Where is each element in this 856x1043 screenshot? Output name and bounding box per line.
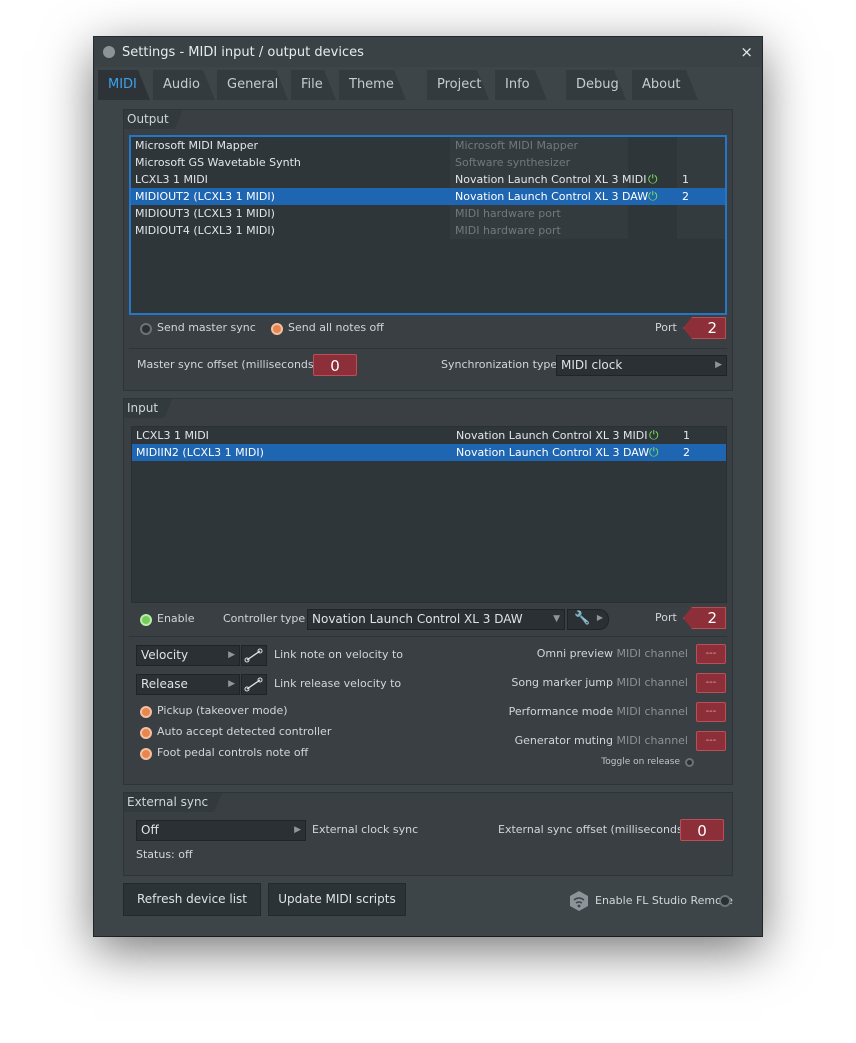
generator-muting-channel-box[interactable]: --- — [696, 731, 726, 751]
toggle-on-release-radio[interactable] — [685, 758, 694, 767]
list-item[interactable]: Microsoft MIDI Mapper Microsoft MIDI Map… — [131, 137, 725, 154]
send-all-notes-off-label: Send all notes off — [288, 321, 384, 334]
output-title: Output — [124, 110, 183, 129]
settings-tabs: MIDI Audio General File Theme Project In… — [94, 68, 762, 100]
list-item-selected[interactable]: MIDIIN2 (LCXL3 1 MIDI) Novation Launch C… — [132, 444, 726, 461]
velocity-dropdown[interactable]: Velocity ▶ — [136, 645, 240, 666]
pickup-label: Pickup (takeover mode) — [157, 704, 288, 717]
tab-info[interactable]: Info — [495, 70, 547, 100]
chevron-right-icon: ▶ — [228, 650, 235, 660]
master-sync-offset-box[interactable]: 0 — [313, 354, 357, 376]
release-dropdown[interactable]: Release ▶ — [136, 674, 240, 695]
wrench-icon: 🔧 — [574, 611, 591, 626]
power-icon[interactable]: ⏻ — [649, 427, 659, 444]
input-panel: Input LCXL3 1 MIDI Novation Launch Contr… — [123, 398, 733, 785]
tab-general[interactable]: General — [217, 70, 288, 100]
divider — [129, 348, 727, 349]
tab-midi[interactable]: MIDI — [98, 70, 150, 100]
link-release-label: Link release velocity to — [274, 677, 402, 690]
generator-muting-label: Generator muting MIDI channel — [514, 734, 688, 747]
link-velocity-label: Link note on velocity to — [274, 648, 404, 661]
power-icon[interactable]: ⏻ — [649, 444, 659, 461]
sync-type-dropdown[interactable]: MIDI clock ▶ — [556, 355, 727, 376]
song-marker-jump-label: Song marker jump MIDI channel — [511, 676, 688, 689]
power-icon[interactable]: ⏻ — [648, 171, 658, 188]
fl-studio-remote-label: Enable FL Studio Remote — [595, 894, 733, 907]
performance-mode-label: Performance mode MIDI channel — [508, 705, 688, 718]
refresh-device-list-button[interactable]: Refresh device list — [123, 883, 261, 916]
chevron-down-icon: ▼ — [553, 614, 560, 624]
auto-accept-radio[interactable] — [140, 727, 152, 739]
chevron-right-icon: ▶ — [715, 360, 722, 370]
input-port-box[interactable]: 2 — [683, 607, 726, 629]
send-master-sync-radio[interactable] — [140, 323, 152, 335]
tab-theme[interactable]: Theme — [339, 70, 406, 100]
input-device-list[interactable]: LCXL3 1 MIDI Novation Launch Control XL … — [131, 426, 727, 603]
output-panel: Output Microsoft MIDI Mapper Microsoft M… — [123, 109, 733, 391]
external-clock-label: External clock sync — [312, 823, 419, 836]
list-item[interactable]: LCXL3 1 MIDI Novation Launch Control XL … — [132, 427, 726, 444]
link-icon — [244, 648, 263, 663]
sync-type-label: Synchronization type — [441, 358, 558, 371]
list-item-selected[interactable]: MIDIOUT2 (LCXL3 1 MIDI) Novation Launch … — [131, 188, 725, 205]
send-all-notes-off-radio[interactable] — [271, 323, 283, 335]
fl-studio-remote-icon — [570, 891, 588, 911]
omni-preview-label: Omni preview MIDI channel — [536, 647, 688, 660]
tab-debug[interactable]: Debug — [566, 70, 626, 100]
tab-project[interactable]: Project — [427, 70, 489, 100]
power-icon[interactable]: ⏻ — [648, 188, 658, 205]
external-sync-offset-label: External sync offset (milliseconds) — [498, 823, 687, 836]
list-item[interactable]: MIDIOUT4 (LCXL3 1 MIDI) MIDI hardware po… — [131, 222, 725, 239]
output-port-label: Port — [655, 321, 677, 334]
output-port-box[interactable]: 2 — [683, 317, 726, 339]
controller-type-label: Controller type — [223, 612, 306, 625]
song-marker-jump-channel-box[interactable]: --- — [696, 673, 726, 693]
title-bar[interactable]: Settings - MIDI input / output devices × — [94, 37, 762, 67]
foot-pedal-label: Foot pedal controls note off — [157, 746, 309, 759]
close-icon[interactable]: × — [740, 43, 753, 61]
external-sync-title: External sync — [124, 793, 222, 812]
window-title: Settings - MIDI input / output devices — [122, 45, 364, 60]
chevron-right-icon: ▶ — [228, 679, 235, 689]
divider — [129, 636, 727, 637]
enable-label: Enable — [157, 612, 195, 625]
send-master-sync-label: Send master sync — [157, 321, 256, 334]
fl-studio-remote-radio[interactable] — [719, 895, 731, 907]
controller-type-dropdown[interactable]: Novation Launch Control XL 3 DAW ▼ — [307, 609, 565, 630]
chevron-right-icon: ▶ — [596, 613, 603, 622]
fl-logo-icon — [103, 46, 115, 58]
tab-audio[interactable]: Audio — [153, 70, 215, 100]
performance-mode-channel-box[interactable]: --- — [696, 702, 726, 722]
list-item[interactable]: LCXL3 1 MIDI Novation Launch Control XL … — [131, 171, 725, 188]
external-sync-offset-box[interactable]: 0 — [680, 819, 724, 841]
pickup-radio[interactable] — [140, 706, 152, 718]
update-midi-scripts-button[interactable]: Update MIDI scripts — [268, 883, 406, 916]
link-release-button[interactable] — [241, 674, 267, 695]
auto-accept-label: Auto accept detected controller — [157, 725, 332, 738]
external-sync-status: Status: off — [136, 848, 193, 861]
list-item[interactable]: MIDIOUT3 (LCXL3 1 MIDI) MIDI hardware po… — [131, 205, 725, 222]
omni-preview-channel-box[interactable]: --- — [696, 644, 726, 664]
settings-window: Settings - MIDI input / output devices ×… — [94, 37, 762, 936]
controller-settings-button[interactable]: 🔧 ▶ — [567, 609, 609, 630]
foot-pedal-radio[interactable] — [140, 748, 152, 760]
tab-file[interactable]: File — [291, 70, 336, 100]
link-velocity-button[interactable] — [241, 645, 267, 666]
master-sync-offset-label: Master sync offset (milliseconds) — [137, 358, 318, 371]
external-clock-dropdown[interactable]: Off ▶ — [136, 820, 306, 841]
list-item[interactable]: Microsoft GS Wavetable Synth Software sy… — [131, 154, 725, 171]
toggle-on-release-label: Toggle on release — [601, 757, 680, 767]
enable-radio[interactable] — [140, 614, 152, 626]
input-title: Input — [124, 399, 172, 418]
output-device-list[interactable]: Microsoft MIDI Mapper Microsoft MIDI Map… — [129, 135, 727, 315]
external-sync-panel: External sync Off ▶ External clock sync … — [123, 792, 733, 876]
link-icon — [244, 677, 263, 692]
input-port-label: Port — [655, 611, 677, 624]
chevron-right-icon: ▶ — [294, 825, 301, 835]
tab-about[interactable]: About — [632, 70, 698, 100]
